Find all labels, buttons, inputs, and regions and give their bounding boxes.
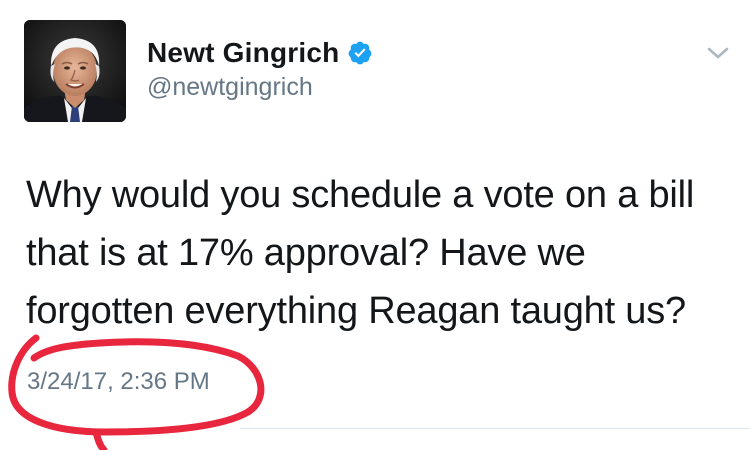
author-display-name[interactable]: Newt Gingrich [147, 37, 339, 69]
avatar[interactable] [24, 20, 126, 122]
tweet-text: Why would you schedule a vote on a bill … [26, 174, 695, 332]
author-row: Newt Gingrich [147, 36, 373, 70]
chevron-down-icon[interactable] [706, 44, 730, 62]
tweet-timestamp[interactable]: 3/24/17, 2:36 PM [27, 368, 210, 396]
avatar-image [24, 20, 126, 122]
author-handle[interactable]: @newtgingrich [147, 73, 313, 102]
divider [240, 428, 750, 429]
tweet-card: Newt Gingrich @newtgingrich Why would yo… [0, 0, 750, 450]
verified-badge-icon [347, 40, 373, 66]
